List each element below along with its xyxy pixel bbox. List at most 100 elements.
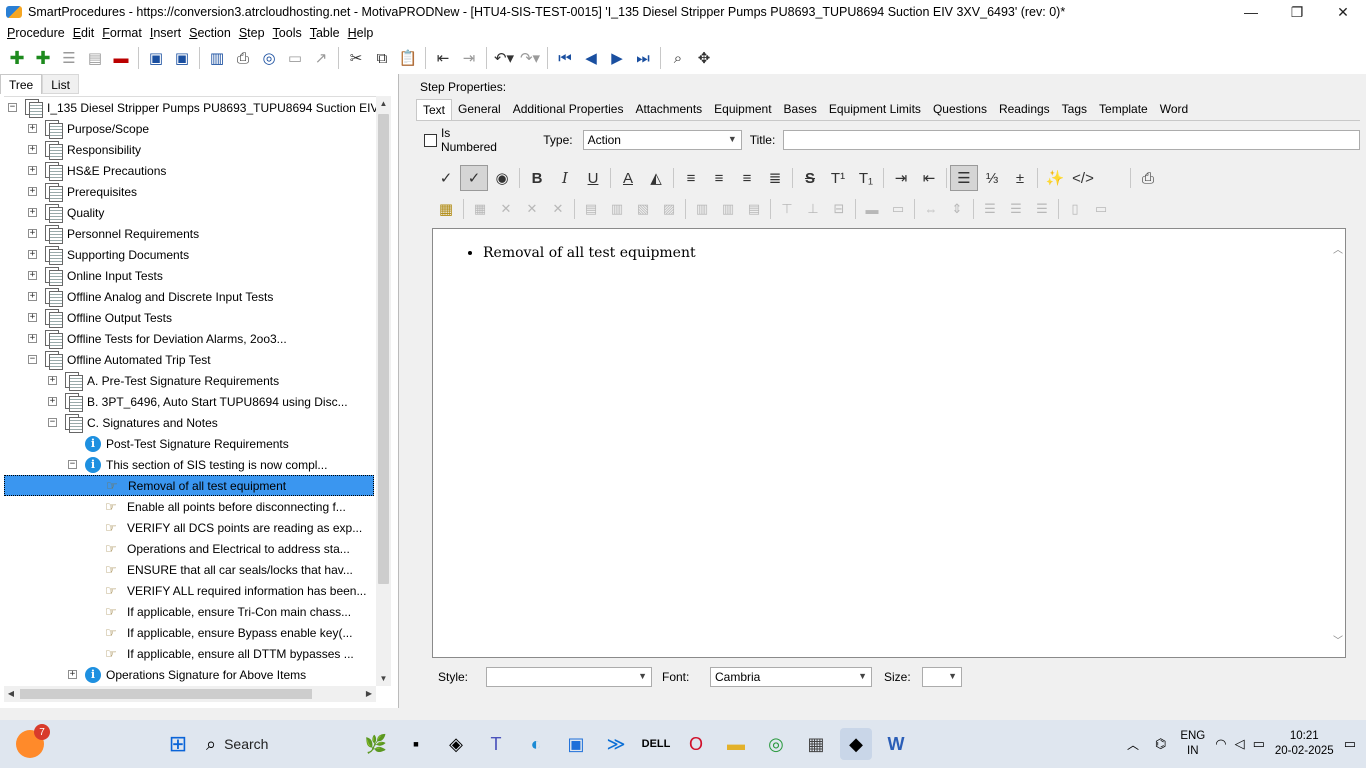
copilot-icon[interactable]: ◈ <box>440 728 472 760</box>
wifi-icon[interactable]: ◠ <box>1215 736 1226 752</box>
step-text-editor[interactable]: Removal of all test equipment ︿ ﹀ <box>432 228 1346 658</box>
align-center-icon[interactable]: ≡ <box>705 165 733 191</box>
tab-tree[interactable]: Tree <box>0 74 43 94</box>
tree-item[interactable]: + Prerequisites <box>4 181 137 202</box>
expand-icon[interactable]: + <box>28 208 37 217</box>
tab-readings[interactable]: Readings <box>993 99 1056 121</box>
chevron-up-icon[interactable]: ︿ <box>1333 241 1343 256</box>
tree-item[interactable]: + Supporting Documents <box>4 244 189 265</box>
weather-icon[interactable]: 7 <box>16 724 50 758</box>
expand-icon[interactable]: + <box>48 397 57 406</box>
expand-icon[interactable]: + <box>28 187 37 196</box>
collapse-icon[interactable]: − <box>28 355 37 364</box>
expand-icon[interactable]: + <box>28 271 37 280</box>
task-view-icon[interactable]: ▪ <box>400 728 432 760</box>
expand-icon[interactable]: + <box>28 313 37 322</box>
collapse-icon[interactable]: − <box>8 103 17 112</box>
tree-item[interactable]: + Quality <box>4 202 104 223</box>
tree-item[interactable]: + Offline Tests for Deviation Alarms, 2oo… <box>4 328 287 349</box>
menu-step[interactable]: Step <box>235 26 269 40</box>
dell-icon[interactable]: DELL <box>640 728 672 760</box>
tree-item[interactable]: + A. Pre-Test Signature Requirements <box>4 370 279 391</box>
minimize-button[interactable]: — <box>1228 0 1274 24</box>
tree-item[interactable]: + i Operations Signature for Above Items <box>4 664 306 685</box>
size-select[interactable]: ▼ <box>922 667 962 687</box>
panel-splitter[interactable] <box>398 74 408 708</box>
editor-bullet-item[interactable]: Removal of all test equipment <box>483 245 696 261</box>
edge-icon[interactable]: ◐ <box>520 728 552 760</box>
outdent-icon[interactable]: ⇤ <box>430 45 456 71</box>
expand-icon[interactable]: + <box>28 166 37 175</box>
fill-color-icon[interactable]: ◭ <box>642 165 670 191</box>
spellcheck-icon[interactable]: ⌕ <box>665 45 691 71</box>
chevron-up-icon[interactable]: ︿ <box>1127 736 1139 753</box>
color-wheel-icon[interactable]: ◉ <box>488 165 516 191</box>
tree-item[interactable]: ☞ Enable all points before disconnecting … <box>4 496 346 517</box>
add-child-icon[interactable]: ✚ <box>30 45 56 71</box>
outline-icon[interactable]: ▤ <box>82 45 108 71</box>
taskbar-search[interactable]: ⌕ Search <box>206 728 356 760</box>
tree-vertical-scrollbar[interactable]: ▲ ▼ <box>376 96 391 686</box>
tree-item[interactable]: ☞ ENSURE that all car seals/locks that ha… <box>4 559 353 580</box>
tree-item[interactable]: − I_135 Diesel Stripper Pumps PU8693_TUPU… <box>4 97 376 118</box>
export-icon[interactable]: ▥ <box>204 45 230 71</box>
tab-tags[interactable]: Tags <box>1056 99 1093 121</box>
remote-app-icon[interactable]: ▦ <box>800 728 832 760</box>
editor-scrollbar[interactable]: ︿ ﹀ <box>1331 229 1345 657</box>
collapse-icon[interactable]: − <box>68 460 77 469</box>
frame-icon[interactable]: ▭ <box>282 45 308 71</box>
vpn-icon[interactable]: ≫ <box>600 728 632 760</box>
insert-line-icon[interactable]: ± <box>1006 165 1034 191</box>
tab-additional-properties[interactable]: Additional Properties <box>507 99 630 121</box>
expand-icon[interactable]: + <box>28 292 37 301</box>
title-input[interactable] <box>783 130 1360 150</box>
redo-icon[interactable]: ↷▾ <box>517 45 543 71</box>
tree-item[interactable]: + Responsibility <box>4 139 141 160</box>
clock[interactable]: 10:21 20-02-2025 <box>1275 729 1334 759</box>
tree-horizontal-scrollbar[interactable]: ◀ ▶ <box>4 686 376 702</box>
expand-icon[interactable]: + <box>48 376 57 385</box>
tree-item[interactable]: − i This section of SIS testing is now com… <box>4 454 327 475</box>
style-select[interactable]: ▼ <box>486 667 652 687</box>
scroll-thumb[interactable] <box>378 114 389 584</box>
maximize-button[interactable]: ❐ <box>1274 0 1320 24</box>
teams-icon[interactable]: T <box>480 728 512 760</box>
auto-spellcheck-icon[interactable]: ✓ <box>460 165 488 191</box>
copy-icon[interactable]: ⧉ <box>369 45 395 71</box>
is-numbered-checkbox[interactable] <box>424 133 437 147</box>
scroll-down-icon[interactable]: ▼ <box>376 671 391 686</box>
expand-icon[interactable]: + <box>28 145 37 154</box>
bullet-list-icon[interactable]: ☰ <box>950 165 978 191</box>
remove-icon[interactable]: ▬ <box>108 45 134 71</box>
tab-attachments[interactable]: Attachments <box>629 99 708 121</box>
save-all-icon[interactable]: ▣ <box>143 45 169 71</box>
align-left-icon[interactable]: ≡ <box>677 165 705 191</box>
chevron-down-icon[interactable]: ﹀ <box>1333 632 1343 647</box>
redirect-icon[interactable]: ↗ <box>308 45 334 71</box>
first-icon[interactable]: ⏮ <box>552 45 578 71</box>
spellcheck-icon[interactable]: ✓ <box>432 165 460 191</box>
windows-start-icon[interactable]: ⊞ <box>162 728 194 760</box>
superscript-icon[interactable]: T¹ <box>824 165 852 191</box>
bold-icon[interactable]: B <box>523 165 551 191</box>
justify-icon[interactable]: ≣ <box>761 165 789 191</box>
tree-item[interactable]: + Online Input Tests <box>4 265 163 286</box>
volume-icon[interactable]: ◁ <box>1235 736 1245 752</box>
battery-icon[interactable]: ▭ <box>1253 736 1265 752</box>
tree-item[interactable]: ☞ If applicable, ensure all DTTM bypasses… <box>4 643 354 664</box>
save-icon[interactable]: ▣ <box>169 45 195 71</box>
tree-item[interactable]: ☞ Operations and Electrical to address st… <box>4 538 350 559</box>
tree-item[interactable]: ☞ If applicable, ensure Bypass enable key… <box>4 622 352 643</box>
tree-item[interactable]: + Purpose/Scope <box>4 118 149 139</box>
collapse-icon[interactable]: − <box>48 418 57 427</box>
indent-icon[interactable]: ⇥ <box>456 45 482 71</box>
word-icon[interactable]: W <box>880 728 912 760</box>
underline-icon[interactable]: U <box>579 165 607 191</box>
scroll-up-icon[interactable]: ▲ <box>376 96 391 111</box>
move-icon[interactable]: ✥ <box>691 45 717 71</box>
tab-list[interactable]: List <box>42 74 79 94</box>
insert-table-icon[interactable]: ▦ <box>432 196 460 222</box>
tree-item[interactable]: + Offline Output Tests <box>4 307 172 328</box>
menu-tools[interactable]: Tools <box>269 26 306 40</box>
smartprocedures-icon[interactable]: ◆ <box>840 728 872 760</box>
